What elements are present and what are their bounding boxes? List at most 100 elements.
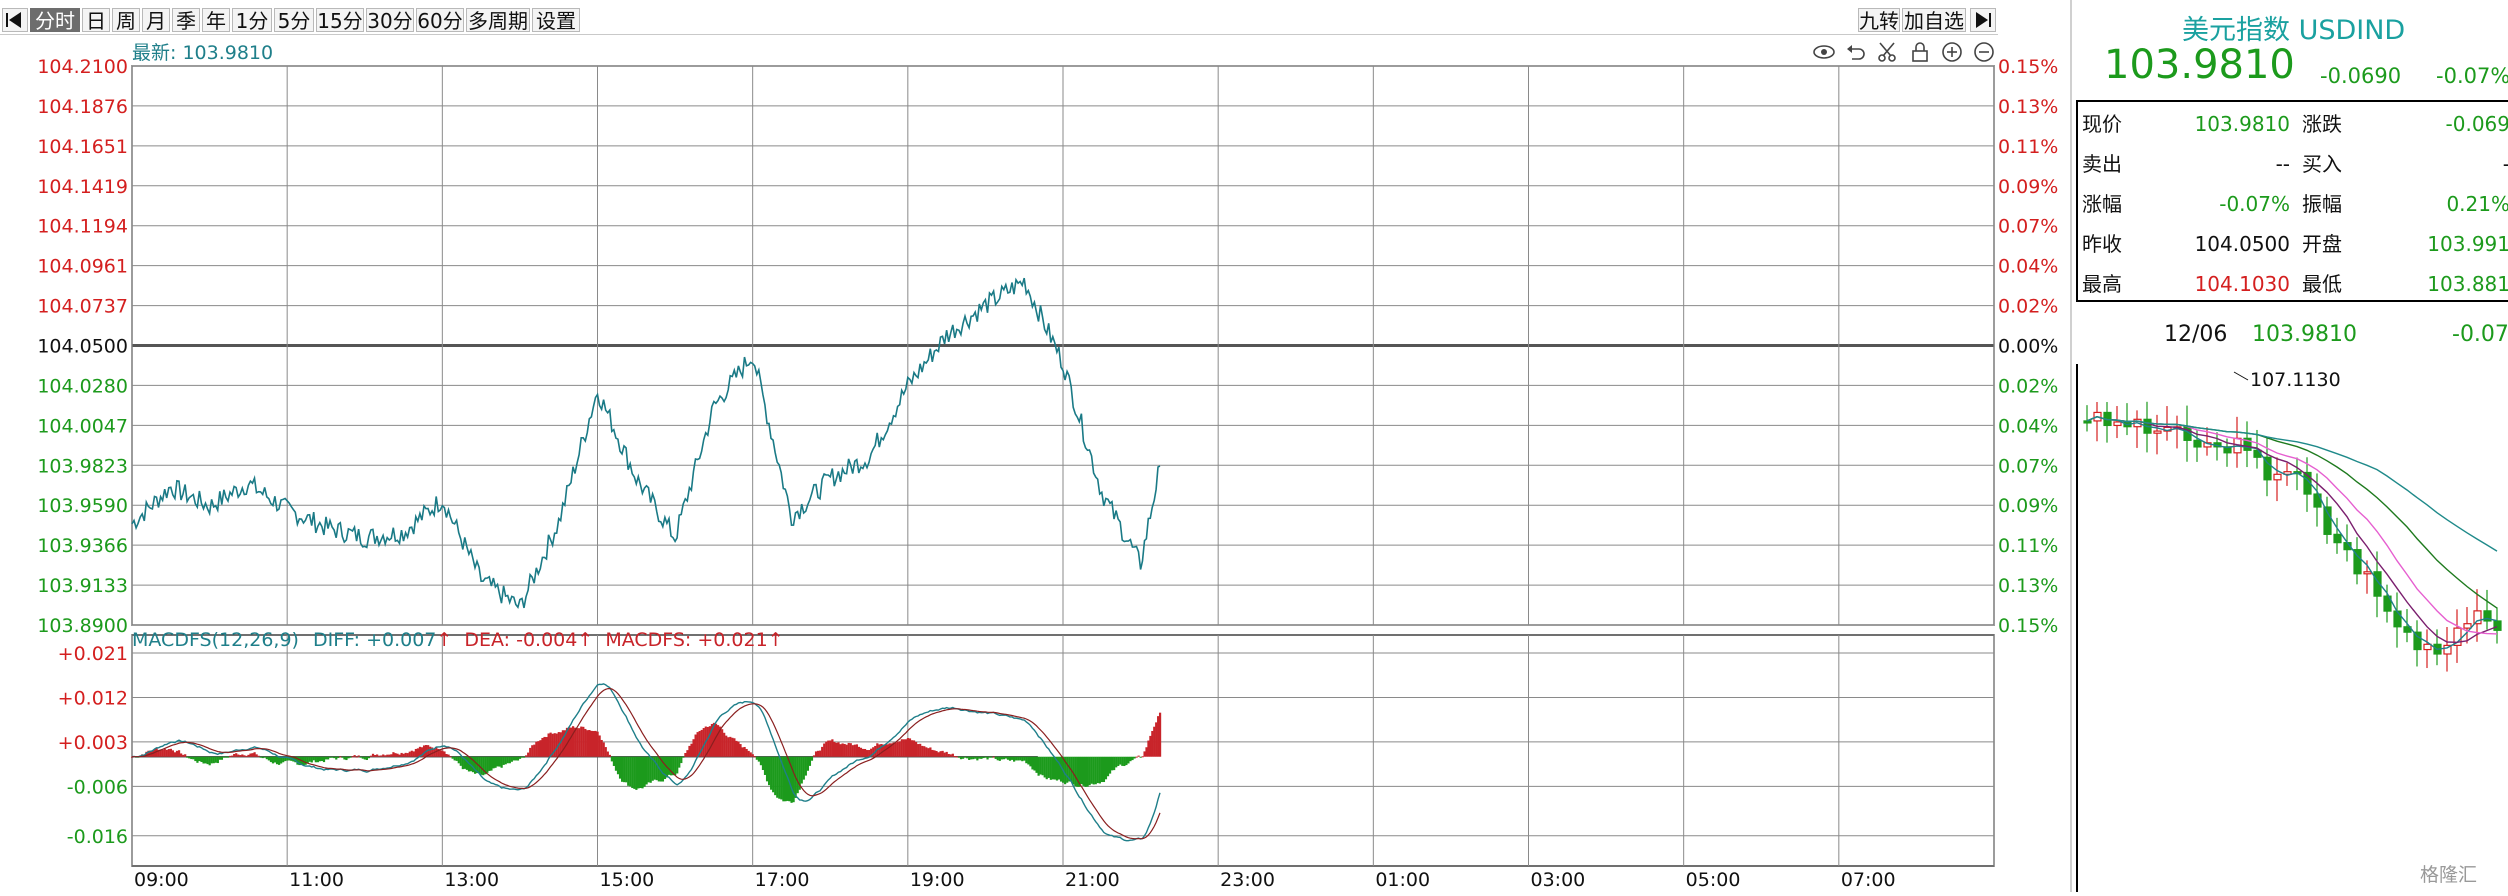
macd-bar: [612, 756, 616, 766]
macd-bar: [367, 756, 371, 759]
macd-bar: [1066, 756, 1069, 783]
macd-bar: [275, 756, 279, 765]
macd-bar: [923, 746, 926, 757]
macd-bar: [1123, 756, 1126, 767]
price-tick: 104.1194: [37, 216, 128, 238]
macd-bar: [482, 756, 485, 776]
macd-bar: [355, 756, 358, 758]
macd-bar: [490, 756, 493, 771]
macd-bar: [761, 756, 765, 771]
macd-bar: [696, 732, 699, 757]
current-price: 103.9810: [2104, 42, 2295, 88]
macd-bar: [945, 751, 948, 757]
price-change: -0.0690: [2320, 64, 2402, 88]
macd-tick: +0.021: [58, 643, 128, 665]
macd-bar: [588, 729, 591, 757]
macd-bar: [623, 756, 626, 783]
macd-bar: [190, 756, 193, 760]
quote-label: 现价: [2082, 112, 2122, 136]
pct-tick: 0.00%: [1998, 336, 2058, 358]
macd-bar: [1088, 756, 1091, 786]
macd-bar: [980, 756, 983, 759]
macd-bar: [1115, 756, 1118, 768]
macd-bar: [502, 756, 505, 765]
macd-bar: [812, 755, 816, 757]
macd-bar: [635, 756, 638, 790]
macd-bar: [1019, 756, 1022, 761]
macd-bar: [175, 750, 179, 757]
macd-bar: [974, 756, 977, 759]
macd-bar: [829, 740, 832, 757]
macd-bar: [514, 756, 518, 761]
price-panel: [131, 277, 1161, 609]
macd-bar: [541, 737, 544, 757]
macd-bar: [949, 754, 952, 757]
macd-bar: [224, 756, 228, 758]
macd-bar: [202, 756, 205, 764]
macd-bar: [459, 756, 462, 766]
pct-tick: 0.07%: [1998, 216, 2058, 238]
macd-bar: [790, 756, 793, 803]
macd-bar: [520, 756, 524, 758]
pct-tick: 0.04%: [1998, 256, 2058, 278]
macd-bar: [241, 754, 244, 757]
macd-bar: [590, 730, 593, 757]
kline-candle: [2363, 571, 2372, 575]
kline-price: 103.9810: [2252, 322, 2357, 347]
macd-bar: [772, 756, 775, 793]
macd-bar: [441, 750, 444, 757]
time-tick: 05:00: [1686, 869, 1741, 891]
pct-tick: 0.15%: [1998, 56, 2058, 78]
quote-value: 103.991: [2427, 232, 2508, 256]
macd-bar: [194, 756, 197, 762]
macd-bar: [927, 748, 930, 757]
macd-bar: [765, 756, 769, 782]
macd-bar: [1145, 747, 1148, 757]
macd-bar: [1141, 756, 1144, 758]
daily-kline-chart[interactable]: 107.1130: [2076, 364, 2508, 892]
macd-bar: [1039, 756, 1042, 775]
macd-bar: [984, 756, 987, 758]
macd-bar: [833, 741, 836, 757]
macd-bar: [1047, 756, 1050, 778]
macd-bar: [347, 756, 350, 759]
intraday-chart[interactable]: 104.2100 0.15% 104.1876 0.13% 104.1651 0.11% 1…: [0, 0, 2060, 892]
macd-bar: [631, 756, 634, 789]
macd-bar: [363, 756, 366, 760]
pct-tick: 0.11%: [1998, 136, 2058, 158]
macd-bar: [602, 742, 605, 757]
macd-bar: [716, 725, 720, 757]
macd-bar: [688, 745, 691, 757]
macd-bar: [1021, 756, 1024, 762]
quote-row: 最高 104.1030 最低 103.881: [2078, 264, 2508, 304]
macd-bar: [849, 743, 852, 757]
macd-bar: [806, 756, 809, 771]
macd-bar: [512, 756, 515, 761]
macd-bar: [1082, 756, 1085, 786]
macd-bar: [684, 753, 687, 757]
macd-bar: [994, 756, 997, 759]
macd-bar: [549, 732, 552, 757]
macd-bar: [247, 754, 250, 757]
macd-bar: [488, 756, 491, 771]
macd-bar: [998, 756, 1001, 761]
macd-bar: [186, 756, 189, 758]
macd-bar: [902, 739, 905, 757]
macd-bar: [1100, 756, 1103, 783]
macd-bar: [1035, 756, 1038, 773]
macd-bar: [1157, 716, 1160, 757]
kline-candle: [2493, 620, 2502, 631]
macd-bar: [498, 756, 501, 767]
macd-bar: [1033, 756, 1036, 771]
macd-bar: [847, 742, 850, 757]
macd-bar: [729, 736, 732, 757]
quote-label: 涨幅: [2082, 192, 2122, 216]
macd-bar: [394, 753, 397, 757]
macd-bar: [1053, 756, 1057, 780]
macd-bar: [676, 756, 679, 774]
price-tick: 104.0500: [37, 336, 128, 358]
macd-bar: [951, 753, 954, 757]
macd-bar: [216, 756, 219, 764]
time-tick: 21:00: [1065, 869, 1120, 891]
macd-bar: [808, 756, 812, 766]
